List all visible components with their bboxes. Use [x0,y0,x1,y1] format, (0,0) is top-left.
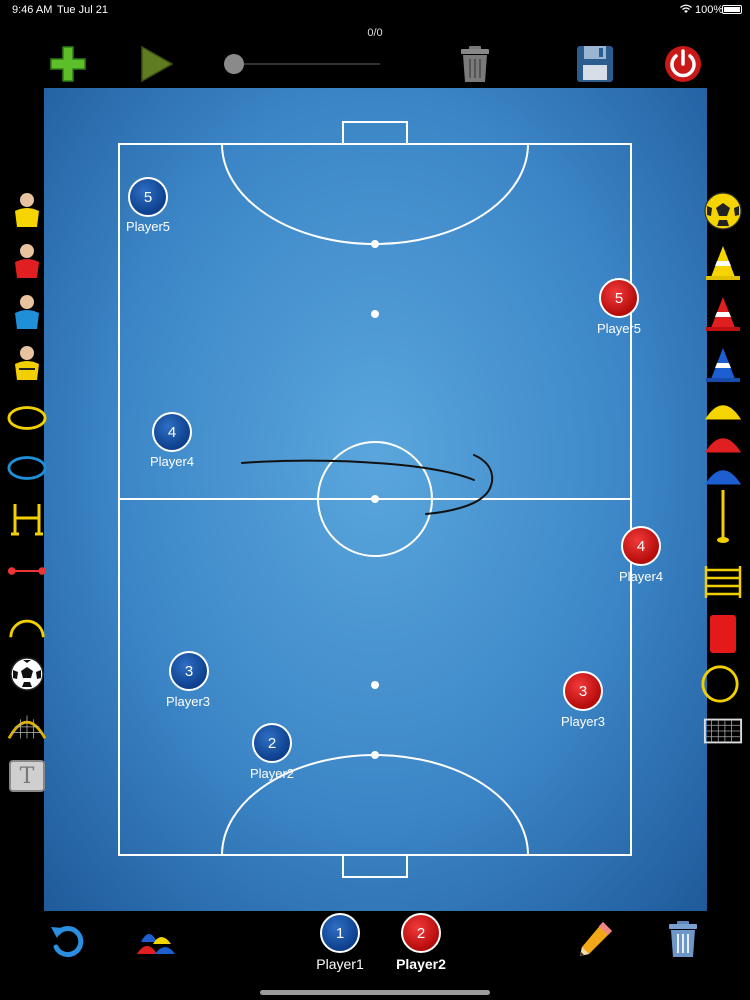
add-frame-button[interactable] [46,42,90,86]
add-blue-ring-button[interactable] [7,448,47,488]
futsal-pitch[interactable]: 5 Player5 4 Player4 3 Player3 2 Player2 … [44,88,707,911]
yellow-ring-icon [7,406,47,430]
blue-player-3-label: Player3 [165,694,211,709]
yellow-cone-icon [706,246,740,280]
blue-player-3[interactable]: 3 [169,651,209,691]
power-icon [665,46,701,82]
blue-player-5-label: Player5 [125,219,171,234]
add-red-card-button[interactable] [703,614,743,654]
add-pole-button[interactable] [703,490,743,543]
add-blue-player-button[interactable] [7,293,47,333]
wifi-icon [680,4,692,17]
timeline-slider-knob[interactable] [224,54,244,74]
red-card-icon [710,615,736,653]
bottom-red-player-2[interactable]: 2 [401,913,441,953]
text-tool-label: T [19,763,35,789]
blue-ring-icon [7,456,47,480]
save-icon [577,46,613,82]
status-date: Tue Jul 21 [57,4,108,16]
blue-player-5[interactable]: 5 [128,177,168,217]
red-player-3-label: Player3 [560,714,606,729]
draw-pen-button[interactable] [575,918,617,960]
player-yellow-icon [15,193,39,227]
add-arc-button[interactable] [7,602,47,642]
trash-icon [461,46,489,82]
add-goal-button[interactable] [7,705,47,745]
goal-net-icon [7,715,47,740]
frame-counter: 0/0 [367,27,383,39]
delete-frame-button[interactable] [453,42,497,86]
add-yellow-ring-button-right[interactable] [700,664,740,704]
yellow-disc-icon [704,405,742,420]
battery-percent: 100% [695,4,724,16]
clear-drawing-button[interactable] [662,918,704,960]
red-cone-icon [706,297,740,331]
bottom-player1-label: Player1 [316,956,364,972]
pencil-icon [580,922,612,956]
add-hurdle-button[interactable] [7,500,47,540]
add-referee-button[interactable] [7,344,47,384]
play-icon [141,45,174,83]
blue-disc-icon [704,470,742,485]
yellow-ball-icon [704,192,742,230]
referee-icon [15,346,39,380]
add-yellow-ring-button[interactable] [7,398,47,438]
add-red-player-button[interactable] [7,242,47,282]
red-disc-icon [704,438,742,453]
undo-icon [51,926,84,958]
red-player-4[interactable]: 4 [621,526,661,566]
add-yellow-player-button[interactable] [7,191,47,231]
rope-icon [7,567,47,575]
blue-cone-icon [706,348,740,382]
undo-button[interactable] [46,920,88,962]
add-rope-button[interactable] [7,551,47,591]
trash-icon [669,921,697,957]
add-red-cone-button[interactable] [703,294,743,334]
ladder-icon [704,566,742,598]
yellow-ring-icon [701,665,739,703]
bottom-player2-label: Player2 [396,956,446,972]
blue-player-2-label: Player2 [249,766,295,781]
red-player-5[interactable]: 5 [599,278,639,318]
blue-player-4[interactable]: 4 [152,412,192,452]
team-colors-button[interactable] [135,920,177,962]
add-text-button[interactable]: T [7,756,47,796]
add-yellow-ball-button[interactable] [703,191,743,231]
power-button[interactable] [661,42,705,86]
pole-icon [717,490,729,543]
add-ball-button[interactable] [7,654,47,694]
mini-goal-icon [703,718,743,744]
add-yellow-cone-button[interactable] [703,243,743,283]
soccer-ball-icon [10,657,44,691]
home-indicator[interactable] [260,990,490,995]
red-player-4-label: Player4 [618,569,664,584]
arc-icon [9,619,45,638]
player-red-icon [15,244,39,278]
add-blue-cone-button[interactable] [703,345,743,385]
add-ladder-button[interactable] [703,562,743,602]
red-player-3[interactable]: 3 [563,671,603,711]
drawn-arrow [241,454,494,515]
save-button[interactable] [573,42,617,86]
blue-player-4-label: Player4 [149,454,195,469]
status-time: 9:46 AM [12,4,53,16]
play-button[interactable] [134,42,178,86]
red-player-5-label: Player5 [596,321,642,336]
add-mini-goal-button[interactable] [703,711,743,751]
player-blue-icon [15,295,39,329]
timeline-track[interactable] [230,63,380,65]
plus-icon [50,46,86,82]
colored-discs-icon [137,934,175,954]
battery-icon [722,5,742,14]
blue-player-2[interactable]: 2 [252,723,292,763]
text-tool-icon: T [9,760,45,792]
hurdle-icon [11,504,43,536]
bottom-blue-player-1[interactable]: 1 [320,913,360,953]
